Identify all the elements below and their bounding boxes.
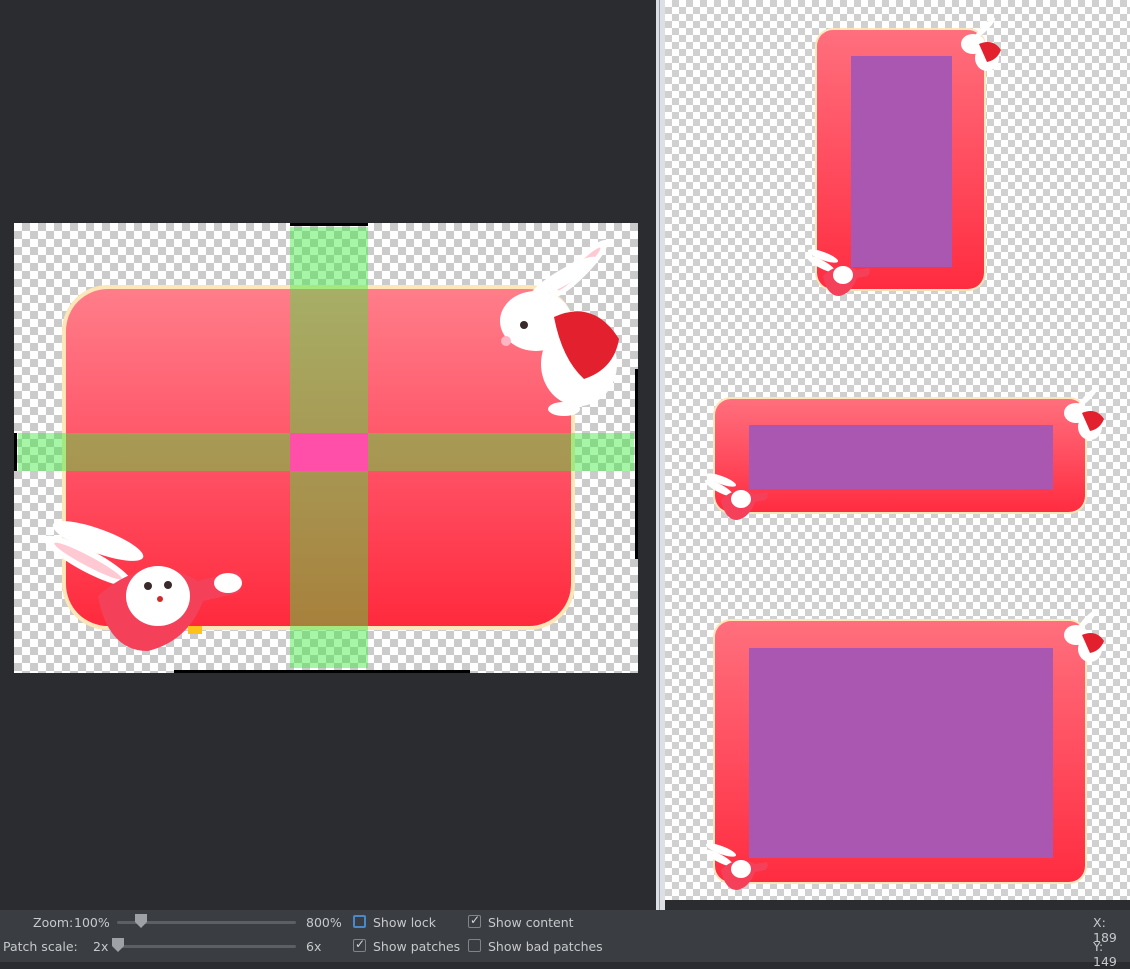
pane-splitter[interactable] [656,0,665,910]
stretch-preview-pane [665,0,1130,900]
bunny-icon [43,521,242,651]
bunny-icon [500,240,619,416]
patch-scale-slider[interactable] [113,945,296,948]
patch-intersection [290,433,368,471]
bunny-icon [806,249,870,296]
bottom-padding-marker[interactable] [174,670,470,673]
y-coordinate-readout: Y: 149 [1093,939,1117,969]
preview-wide-content [749,425,1053,489]
bunny-icon [961,17,1001,71]
show-content-checkbox[interactable] [468,913,481,928]
show-lock-checkbox[interactable] [353,915,366,928]
patch-scale-slider-thumb[interactable] [112,938,124,952]
zoom-value: 100% [74,915,110,930]
bunny-icon [1064,386,1104,440]
zoom-slider-thumb[interactable] [135,914,147,928]
controls-bar: Zoom: 100% 800% Show lock Show content X… [0,910,1130,969]
patch-scale-min-label: 2x [93,939,109,954]
nine-patch-editor-pane[interactable] [0,0,656,910]
zoom-max-label: 800% [306,915,342,930]
patch-scale-label: Patch scale: [3,939,78,954]
right-padding-marker[interactable] [635,369,638,559]
preview-large-content [749,648,1053,858]
bunny-icon [1064,608,1104,662]
preview-bottom-strip [665,900,1130,910]
bunny-icon [704,843,768,890]
top-stretch-marker[interactable] [290,223,368,226]
patch-scale-max-label: 6x [306,939,322,954]
show-bad-patches-label[interactable]: Show bad patches [488,939,603,954]
show-patches-checkbox[interactable] [353,937,366,952]
nine-patch-canvas[interactable] [14,223,638,673]
splitter-line [659,0,660,910]
show-lock-label[interactable]: Show lock [373,915,436,930]
show-bad-patches-checkbox[interactable] [468,939,481,952]
show-content-label[interactable]: Show content [488,915,574,930]
left-stretch-marker[interactable] [14,433,17,471]
show-patches-label[interactable]: Show patches [373,939,460,954]
preview-tall-content [851,56,952,267]
bunny-icon [704,473,768,520]
zoom-label: Zoom: [33,915,74,930]
